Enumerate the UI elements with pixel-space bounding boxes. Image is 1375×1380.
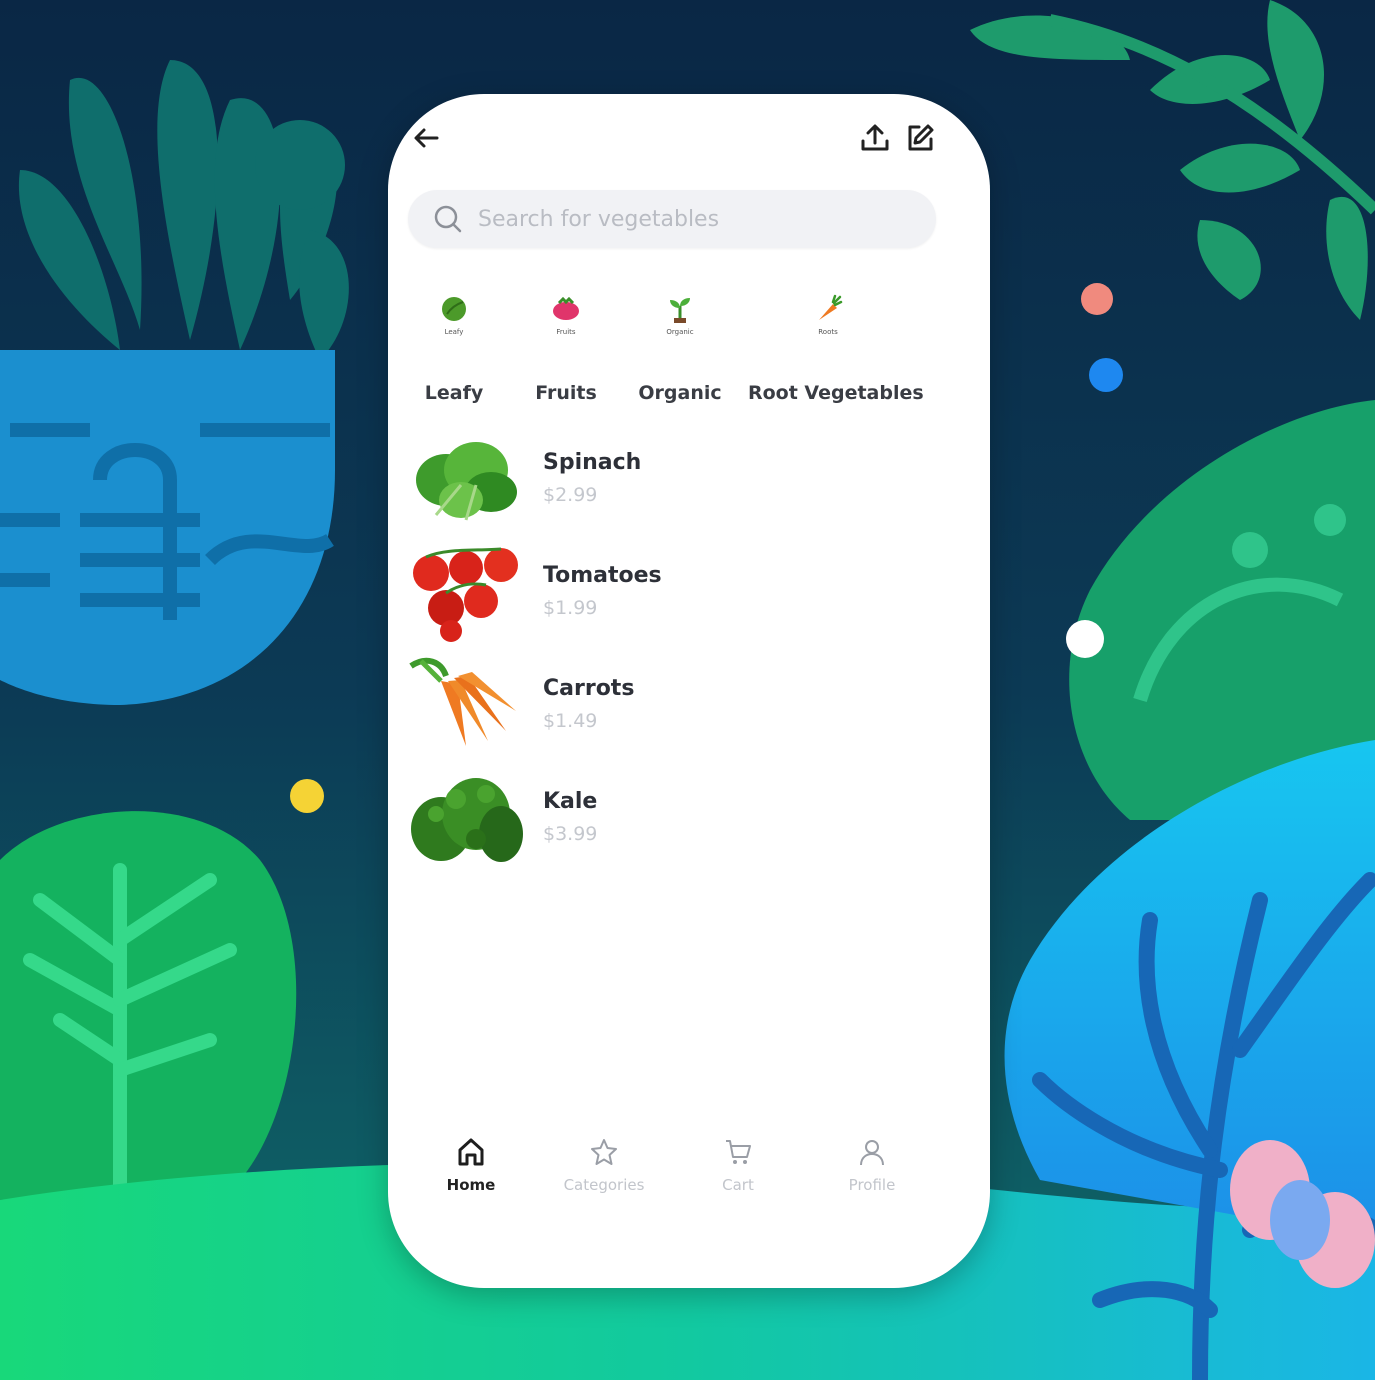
product-name: Carrots xyxy=(543,676,635,701)
phone-screen: Leafy Leafy Fruits Fruits Organic Organi… xyxy=(388,94,990,1288)
category-label: Root Vegetables xyxy=(748,382,924,404)
category-label: Organic xyxy=(638,382,722,404)
category-leafy[interactable]: Leafy Leafy xyxy=(418,294,490,404)
tomatoes-image xyxy=(413,547,518,642)
cart-icon xyxy=(678,1134,798,1170)
product-price: $2.99 xyxy=(543,484,598,506)
user-icon xyxy=(812,1134,932,1170)
category-fruits[interactable]: Fruits Fruits xyxy=(530,294,602,404)
category-tiny-label: Leafy xyxy=(444,328,464,336)
tab-cart[interactable]: Cart xyxy=(678,1134,798,1194)
tab-profile[interactable]: Profile xyxy=(812,1134,932,1194)
category-root-vegetables[interactable]: Roots Root Vegetables xyxy=(748,294,924,404)
search-bar[interactable] xyxy=(408,190,936,248)
decor-dot-yellow xyxy=(290,779,324,813)
category-tiny-label: Organic xyxy=(666,328,694,336)
tab-home[interactable]: Home xyxy=(411,1134,531,1194)
berry-icon xyxy=(553,296,579,320)
spinach-image xyxy=(416,442,517,521)
category-tiny-label: Fruits xyxy=(556,328,576,336)
tab-label: Categories xyxy=(563,1176,645,1194)
home-icon xyxy=(411,1134,531,1170)
edit-button[interactable] xyxy=(902,120,938,156)
category-chip: Organic xyxy=(655,294,705,364)
share-button[interactable] xyxy=(857,120,893,156)
tab-label: Home xyxy=(446,1176,496,1194)
category-chip: Roots xyxy=(803,294,853,364)
decor-dot-white xyxy=(1066,620,1104,658)
leaf-icon xyxy=(442,297,466,321)
product-name: Tomatoes xyxy=(543,563,662,588)
tab-label: Profile xyxy=(848,1176,896,1194)
carrots-image xyxy=(409,657,516,746)
kale-image xyxy=(411,778,523,862)
decor-dot-coral xyxy=(1081,283,1113,315)
category-chip: Fruits xyxy=(541,294,591,364)
product-spinach[interactable]: Spinach $2.99 xyxy=(406,430,966,530)
star-icon xyxy=(544,1134,664,1170)
tab-categories[interactable]: Categories xyxy=(544,1134,664,1194)
product-price: $3.99 xyxy=(543,823,598,845)
product-carrots[interactable]: Carrots $1.49 xyxy=(406,656,966,756)
category-label: Fruits xyxy=(535,382,597,404)
product-name: Kale xyxy=(543,789,598,814)
upload-icon xyxy=(861,124,889,151)
arrow-left-icon xyxy=(414,128,439,148)
product-price: $1.99 xyxy=(543,597,598,619)
back-button[interactable] xyxy=(408,120,444,156)
sprout-icon xyxy=(670,298,690,323)
bottom-tab-bar: Home Categories Cart Profile xyxy=(388,1134,990,1214)
tab-label: Cart xyxy=(722,1176,754,1194)
category-tiny-label: Roots xyxy=(818,328,838,336)
category-organic[interactable]: Organic Organic xyxy=(638,294,722,404)
edit-icon xyxy=(908,124,934,151)
product-price: $1.49 xyxy=(543,710,598,732)
product-tomatoes[interactable]: Tomatoes $1.99 xyxy=(406,543,966,643)
decor-dot-blue xyxy=(1089,358,1123,392)
category-label: Leafy xyxy=(424,382,484,404)
category-chip: Leafy xyxy=(429,294,479,364)
product-kale[interactable]: Kale $3.99 xyxy=(406,769,966,869)
carrot-icon xyxy=(819,294,843,320)
search-icon xyxy=(432,203,464,235)
search-input[interactable] xyxy=(476,205,900,233)
product-name: Spinach xyxy=(543,450,642,475)
